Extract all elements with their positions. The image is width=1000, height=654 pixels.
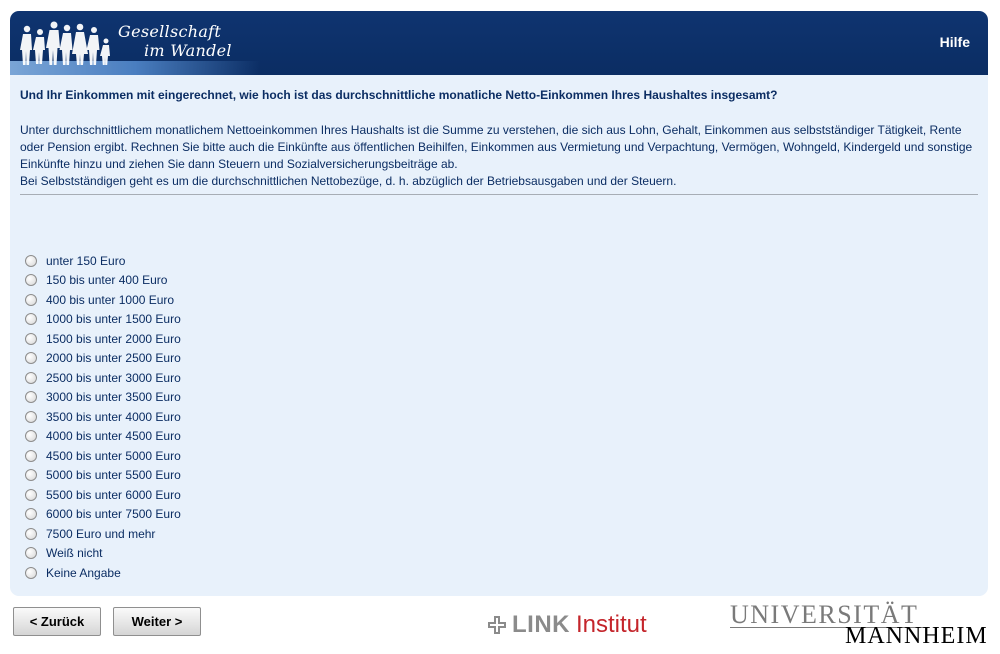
radio-button[interactable] — [25, 371, 37, 384]
answer-option[interactable]: Weiß nicht — [25, 544, 181, 564]
answer-option-label[interactable]: 5500 bis unter 6000 Euro — [46, 488, 181, 502]
radio-button[interactable] — [25, 410, 37, 423]
answer-option[interactable]: 5500 bis unter 6000 Euro — [25, 485, 181, 505]
answer-option-label[interactable]: 150 bis unter 400 Euro — [46, 273, 167, 287]
question-explanation: Unter durchschnittlichem monatlichem Net… — [20, 122, 978, 190]
radio-button[interactable] — [25, 566, 37, 579]
question-title: Und Ihr Einkommen mit eingerechnet, wie … — [20, 88, 778, 102]
answer-option[interactable]: 1000 bis unter 1500 Euro — [25, 310, 181, 330]
link-word: LINK — [512, 611, 570, 638]
answer-option[interactable]: 4500 bis unter 5000 Euro — [25, 446, 181, 466]
universitaet-mannheim-logo: UNIVERSITÄT MANNHEIM — [730, 600, 992, 650]
answer-options-list: unter 150 Euro 150 bis unter 400 Euro 40… — [25, 251, 181, 583]
radio-button[interactable] — [25, 293, 37, 306]
link-cross-icon — [488, 616, 506, 634]
answer-option-label[interactable]: 4500 bis unter 5000 Euro — [46, 449, 181, 463]
answer-option-label[interactable]: Weiß nicht — [46, 546, 102, 560]
answer-option-label[interactable]: 1000 bis unter 1500 Euro — [46, 312, 181, 326]
answer-option-label[interactable]: unter 150 Euro — [46, 254, 125, 268]
answer-option-label[interactable]: 400 bis unter 1000 Euro — [46, 293, 174, 307]
logo-line1: Gesellschaft — [118, 22, 222, 41]
answer-option-label[interactable]: 5000 bis unter 5500 Euro — [46, 468, 181, 482]
question-content: Und Ihr Einkommen mit eingerechnet, wie … — [20, 87, 978, 195]
answer-option[interactable]: 3000 bis unter 3500 Euro — [25, 388, 181, 408]
radio-button[interactable] — [25, 332, 37, 345]
answer-option[interactable]: 7500 Euro und mehr — [25, 524, 181, 544]
answer-option[interactable]: 400 bis unter 1000 Euro — [25, 290, 181, 310]
divider — [20, 194, 978, 195]
answer-option[interactable]: 2500 bis unter 3000 Euro — [25, 368, 181, 388]
radio-button[interactable] — [25, 469, 37, 482]
radio-button[interactable] — [25, 547, 37, 560]
radio-button[interactable] — [25, 430, 37, 443]
answer-option-label[interactable]: 2500 bis unter 3000 Euro — [46, 371, 181, 385]
radio-button[interactable] — [25, 391, 37, 404]
explanation-paragraph-1: Unter durchschnittlichem monatlichem Net… — [20, 123, 973, 171]
answer-option[interactable]: Keine Angabe — [25, 563, 181, 583]
answer-option-label[interactable]: 4000 bis unter 4500 Euro — [46, 429, 181, 443]
logo-line2: im Wandel — [144, 41, 232, 60]
answer-option[interactable]: 1500 bis unter 2000 Euro — [25, 329, 181, 349]
help-link[interactable]: Hilfe — [940, 34, 970, 50]
answer-option-label[interactable]: 7500 Euro und mehr — [46, 527, 155, 541]
answer-option-label[interactable]: Keine Angabe — [46, 566, 121, 580]
survey-page: Gesellschaft im Wandel Hilfe Und Ihr Ein… — [0, 0, 1000, 654]
explanation-paragraph-2: Bei Selbstständigen geht es um die durch… — [20, 174, 677, 188]
radio-button[interactable] — [25, 449, 37, 462]
radio-button[interactable] — [25, 254, 37, 267]
link-institut-logo: LINK Institut — [488, 610, 647, 640]
logo-title: Gesellschaft im Wandel — [118, 22, 232, 60]
uni-logo-line2: MANNHEIM — [845, 623, 988, 649]
radio-button[interactable] — [25, 352, 37, 365]
header-bar: Gesellschaft im Wandel Hilfe — [10, 11, 988, 75]
answer-option-label[interactable]: 3000 bis unter 3500 Euro — [46, 390, 181, 404]
answer-option[interactable]: 3500 bis unter 4000 Euro — [25, 407, 181, 427]
answer-option[interactable]: 2000 bis unter 2500 Euro — [25, 349, 181, 369]
answer-option-label[interactable]: 1500 bis unter 2000 Euro — [46, 332, 181, 346]
answer-option-label[interactable]: 6000 bis unter 7500 Euro — [46, 507, 181, 521]
radio-button[interactable] — [25, 274, 37, 287]
next-button[interactable]: Weiter > — [113, 607, 201, 636]
radio-button[interactable] — [25, 508, 37, 521]
answer-option-label[interactable]: 2000 bis unter 2500 Euro — [46, 351, 181, 365]
radio-button[interactable] — [25, 488, 37, 501]
answer-option[interactable]: unter 150 Euro — [25, 251, 181, 271]
back-button[interactable]: < Zurück — [13, 607, 101, 636]
answer-option-label[interactable]: 3500 bis unter 4000 Euro — [46, 410, 181, 424]
answer-option[interactable]: 4000 bis unter 4500 Euro — [25, 427, 181, 447]
radio-button[interactable] — [25, 527, 37, 540]
radio-button[interactable] — [25, 313, 37, 326]
link-institut-word: Institut — [576, 611, 647, 638]
answer-option[interactable]: 6000 bis unter 7500 Euro — [25, 505, 181, 525]
answer-option[interactable]: 150 bis unter 400 Euro — [25, 271, 181, 291]
answer-option[interactable]: 5000 bis unter 5500 Euro — [25, 466, 181, 486]
survey-panel: Gesellschaft im Wandel Hilfe Und Ihr Ein… — [10, 11, 988, 596]
